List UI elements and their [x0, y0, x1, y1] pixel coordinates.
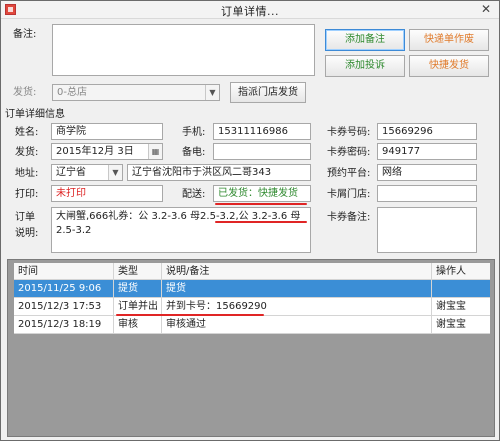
table-header: 时间 类型 说明/备注 操作人	[14, 263, 490, 280]
chevron-down-icon: ▼	[205, 85, 219, 100]
history-table: 时间 类型 说明/备注 操作人 2015/11/25 9:06 提货 提货 20…	[7, 259, 495, 437]
platform-label: 预约平台:	[327, 168, 371, 179]
cell-note: 并到卡号：15669290	[162, 298, 432, 315]
table-row[interactable]: 2015/12/3 18:19 审核 审核通过 谢宝宝	[14, 316, 490, 334]
print-label: 打印:	[15, 189, 39, 200]
chevron-down-icon: ▼	[108, 165, 122, 180]
window-title: 订单详情...	[221, 5, 279, 18]
cell-type: 审核	[114, 316, 162, 333]
order-desc-label-line1: 订单	[15, 212, 35, 223]
store-field[interactable]	[377, 185, 477, 202]
cell-type: 订单并出	[114, 298, 162, 315]
cell-operator	[432, 280, 490, 297]
cell-time: 2015/11/25 9:06	[14, 280, 114, 297]
remark-label: 备注:	[13, 29, 37, 40]
phone-label: 手机:	[182, 127, 206, 138]
ship-store-select[interactable]: 0-总店 ▼	[52, 84, 220, 101]
card-no-label: 卡券号码:	[327, 127, 371, 138]
table-row[interactable]: 2015/12/3 17:53 订单并出 并到卡号：15669290 谢宝宝	[14, 298, 490, 316]
cell-type: 提货	[114, 280, 162, 297]
cell-operator: 谢宝宝	[436, 301, 466, 312]
remark-input[interactable]	[52, 24, 315, 76]
cell-time: 2015/12/3 17:53	[14, 298, 114, 315]
delivery-status-field: 已发货：快捷发货	[213, 185, 311, 202]
phone-field[interactable]: 15311116986	[213, 123, 311, 140]
cell-operator: 谢宝宝	[436, 319, 466, 330]
backup-phone-field[interactable]	[213, 143, 311, 160]
province-select[interactable]: 辽宁省 ▼	[51, 164, 123, 181]
annotation-underline	[215, 203, 307, 205]
quick-ship-button[interactable]: 快捷发货	[409, 55, 489, 77]
calendar-icon[interactable]: ▦	[148, 144, 162, 159]
name-label: 姓名:	[15, 127, 39, 138]
annotation-underline	[215, 221, 307, 223]
assign-store-button[interactable]: 指派门店发货	[230, 82, 306, 103]
table-row[interactable]: 2015/11/25 9:06 提货 提货	[14, 280, 490, 298]
card-pwd-field[interactable]: 949177	[377, 143, 477, 160]
print-status-field: 未打印	[51, 185, 163, 202]
ship-date-picker[interactable]: 2015年12月 3日 ▦	[51, 143, 163, 160]
delivery-label: 配送:	[182, 189, 206, 200]
province-value: 辽宁省	[56, 167, 86, 178]
backup-phone-label: 备电:	[182, 147, 206, 158]
header-note[interactable]: 说明/备注	[162, 263, 432, 279]
order-desc-field[interactable]: 大闸蟹,666礼券：公 3.2-3.6 母2.5-3.2,公 3.2-3.6 母…	[51, 207, 311, 253]
platform-field[interactable]: 网络	[377, 164, 477, 181]
title-bar: 订单详情... ✕	[1, 1, 499, 19]
order-detail-window: 订单详情... ✕ 备注: 添加备注 快递单作废 添加投诉 快捷发货 发货: 0…	[0, 0, 500, 441]
history-table-body: 时间 类型 说明/备注 操作人 2015/11/25 9:06 提货 提货 20…	[14, 263, 490, 334]
section-title: 订单详细信息	[5, 109, 65, 120]
ship-store-label: 发货:	[13, 87, 37, 98]
address-field[interactable]: 辽宁省沈阳市于洪区风二哥343	[127, 164, 311, 181]
card-remark-field[interactable]	[377, 207, 477, 253]
header-operator[interactable]: 操作人	[432, 263, 490, 279]
ship-store-value: 0-总店	[57, 87, 87, 98]
cell-note: 审核通过	[162, 316, 432, 333]
card-pwd-label: 卡券密码:	[327, 147, 371, 158]
cell-time: 2015/12/3 18:19	[14, 316, 114, 333]
header-time[interactable]: 时间	[14, 263, 114, 279]
address-label: 地址:	[15, 168, 39, 179]
add-remark-button[interactable]: 添加备注	[325, 29, 405, 51]
name-field[interactable]: 商学院	[51, 123, 163, 140]
quick-invalid-button[interactable]: 快递单作废	[409, 29, 489, 51]
store-label: 卡屑门店:	[327, 189, 371, 200]
ship-date-value: 2015年12月 3日	[56, 146, 134, 157]
card-no-field[interactable]: 15669296	[377, 123, 477, 140]
add-complaint-button[interactable]: 添加投诉	[325, 55, 405, 77]
close-button[interactable]: ✕	[475, 2, 497, 17]
cell-note: 提货	[162, 280, 432, 297]
header-type[interactable]: 类型	[114, 263, 162, 279]
card-remark-label: 卡券备注:	[327, 212, 371, 223]
order-desc-label-line2: 说明:	[15, 228, 39, 239]
ship-date-label: 发货:	[15, 147, 39, 158]
